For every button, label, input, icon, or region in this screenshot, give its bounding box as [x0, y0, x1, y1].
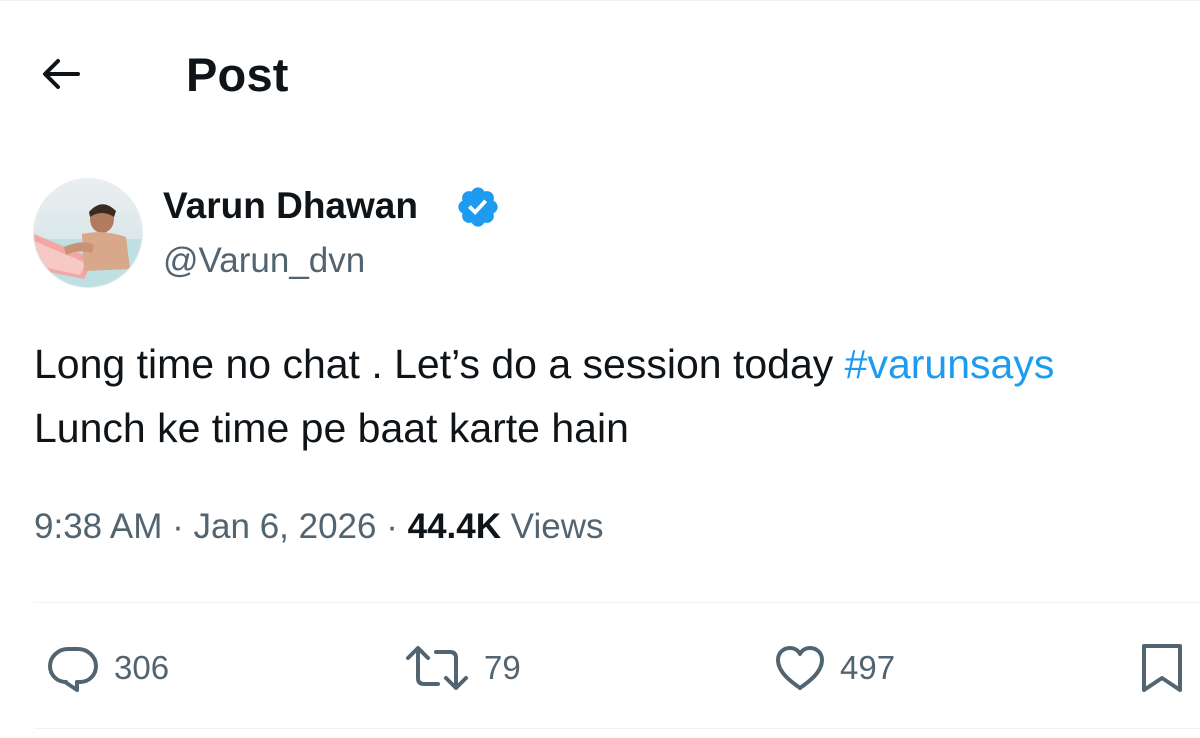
avatar-photo — [34, 179, 142, 287]
post-date[interactable]: Jan 6, 2026 — [194, 507, 377, 546]
views-count[interactable]: 44.4K — [408, 507, 501, 546]
repost-icon — [406, 646, 468, 690]
post-metadata: 9:38 AM · Jan 6, 2026 · 44.4K Views — [34, 505, 603, 549]
repost-button[interactable]: 79 — [404, 640, 521, 696]
page-title: Post — [186, 48, 289, 101]
author-name[interactable]: Varun Dhawan — [163, 184, 418, 228]
like-button[interactable]: 497 — [774, 640, 895, 696]
heart-icon — [776, 646, 824, 690]
post-time[interactable]: 9:38 AM — [34, 507, 162, 546]
verified-badge-icon — [458, 187, 498, 227]
repost-count: 79 — [484, 649, 521, 686]
bookmark-icon — [1142, 644, 1182, 692]
divider-bottom — [34, 728, 1200, 729]
reply-icon — [48, 647, 98, 692]
reply-button[interactable]: 306 — [46, 640, 169, 696]
post-text-body: Long time no chat . Let’s do a session t… — [34, 341, 845, 387]
reply-count: 306 — [114, 649, 170, 686]
like-count: 497 — [840, 649, 896, 686]
avatar[interactable] — [33, 178, 143, 288]
post-text-line-1: Long time no chat . Let’s do a session t… — [34, 332, 1200, 396]
views-label: Views — [510, 507, 604, 546]
divider — [34, 602, 1200, 603]
hashtag-link[interactable]: #varunsays — [845, 341, 1055, 387]
author-handle[interactable]: @Varun_dvn — [163, 239, 365, 283]
back-button[interactable] — [38, 54, 82, 94]
post-text: Long time no chat . Let’s do a session t… — [34, 332, 1200, 460]
meta-separator: · — [172, 507, 184, 546]
meta-separator: · — [386, 507, 398, 546]
post-text-line-2: Lunch ke time pe baat karte hain — [34, 405, 629, 451]
bookmark-button[interactable] — [1136, 640, 1188, 696]
arrow-left-icon — [43, 59, 80, 89]
top-border — [0, 0, 1200, 1]
